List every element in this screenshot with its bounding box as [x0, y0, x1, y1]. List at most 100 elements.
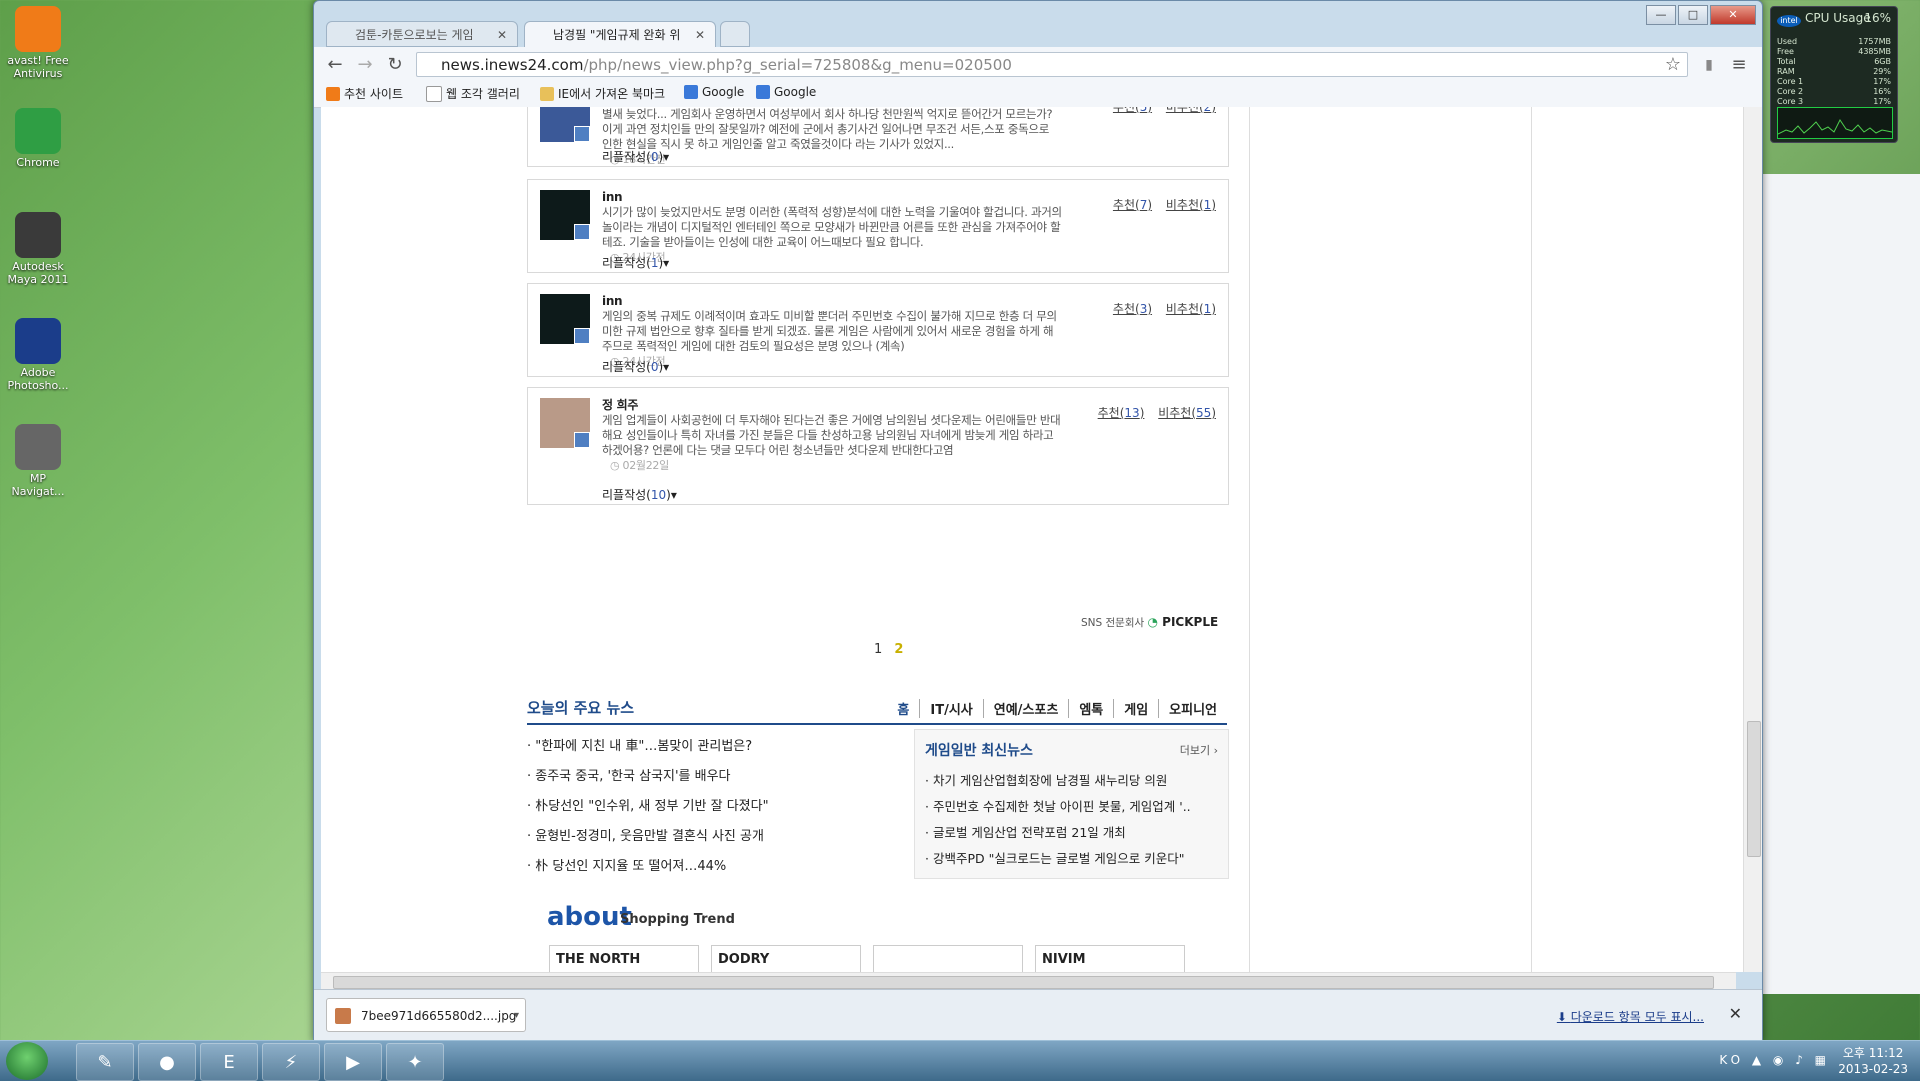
- tab-cartoon[interactable]: 검툰-카툰으로보는 게임 ✕: [326, 21, 518, 47]
- reply-button[interactable]: 리플작성(1)▾: [602, 254, 669, 271]
- app-icon: [15, 108, 61, 154]
- desktop-icon[interactable]: Autodesk Maya 2011: [4, 212, 72, 286]
- reply-button[interactable]: 리플작성(0)▾: [602, 148, 669, 165]
- shopping-item[interactable]: NIVIM: [1035, 945, 1185, 972]
- news-tab[interactable]: 게임: [1113, 699, 1158, 718]
- avatar[interactable]: [540, 294, 590, 344]
- not-recommend-button[interactable]: 비추천(55): [1158, 406, 1216, 420]
- recommend-button[interactable]: 추천(3): [1113, 302, 1152, 316]
- vertical-scrollbar[interactable]: [1743, 107, 1762, 972]
- avatar[interactable]: [540, 107, 590, 142]
- latest-news-link[interactable]: 강백주PD "실크로드는 글로벌 게임으로 키운다": [925, 848, 1220, 874]
- shopping-item[interactable]: [873, 945, 1023, 972]
- clock-date: 2013-02-23: [1838, 1062, 1908, 1076]
- bookmark-item[interactable]: 웹 조각 갤러리: [426, 85, 520, 102]
- start-button[interactable]: [6, 1042, 48, 1080]
- taskbar: ✎ ● E ⚡ ▶ ✦ KO ▲ ◉ ♪ ▦ 오후 11:12 2013-02-23: [0, 1040, 1920, 1081]
- maximize-button[interactable]: □: [1678, 5, 1708, 25]
- news-item-link[interactable]: "한파에 지친 내 車"…봄맞이 관리법은?: [527, 735, 907, 765]
- tab-news[interactable]: 남경필 "게임규제 완화 위 ✕: [524, 21, 716, 47]
- chevron-down-icon[interactable]: ▾: [514, 999, 519, 1033]
- not-recommend-button[interactable]: 비추천(1): [1166, 302, 1216, 316]
- show-all-downloads-link[interactable]: ⬇ 다운로드 항목 모두 표시...: [1557, 1008, 1704, 1025]
- background-window: [1762, 174, 1920, 994]
- lang-indicator[interactable]: KO: [1719, 1053, 1744, 1067]
- vote-buttons: 추천(3) 비추천(1): [1113, 300, 1216, 317]
- new-tab-button[interactable]: [720, 21, 750, 47]
- comment-author[interactable]: 정 희주: [602, 398, 1062, 413]
- comment-time: ◷ 02월22일: [610, 458, 1062, 473]
- bookmark-label: 웹 조각 갤러리: [446, 87, 520, 101]
- signal-icon[interactable]: ▮: [1696, 53, 1722, 77]
- reply-button[interactable]: 리플작성(10)▾: [602, 486, 677, 503]
- bookmark-item[interactable]: IE에서 가져온 북마크: [540, 85, 665, 102]
- shopping-item[interactable]: DODRY: [711, 945, 861, 972]
- forward-arrow-icon[interactable]: →: [352, 53, 378, 77]
- horizontal-scrollbar[interactable]: [321, 972, 1736, 990]
- more-link[interactable]: 더보기 ›: [1180, 742, 1218, 758]
- news-tab[interactable]: 연예/스포츠: [982, 699, 1069, 718]
- reply-label: 리플작성: [602, 256, 647, 270]
- bookmark-item[interactable]: Google: [756, 85, 816, 99]
- recommend-button[interactable]: 추천(7): [1113, 198, 1152, 212]
- latest-news-link[interactable]: 차기 게임산업협회장에 남경필 새누리당 의원: [925, 770, 1220, 796]
- back-arrow-icon[interactable]: ←: [322, 53, 348, 77]
- news-tab[interactable]: 엠톡: [1068, 699, 1113, 718]
- scroll-thumb[interactable]: [333, 976, 1714, 989]
- not-recommend-button[interactable]: 비추천(2): [1166, 107, 1216, 114]
- news-item-link[interactable]: 윤형빈-정경미, 웃음만발 결혼식 사진 공개: [527, 825, 907, 855]
- latest-news-link[interactable]: 주민번호 수집제한 첫날 아이핀 봇물, 게임업계 '..: [925, 796, 1220, 822]
- taskbar-app-icon[interactable]: E: [200, 1043, 258, 1081]
- not-recommend-button[interactable]: 비추천(1): [1166, 198, 1216, 212]
- recommend-label: 추천: [1112, 107, 1136, 114]
- star-icon[interactable]: ☆: [1660, 53, 1686, 77]
- desktop-icon[interactable]: Adobe Photosho...: [4, 318, 72, 392]
- taskbar-app-icon[interactable]: ▶: [324, 1043, 382, 1081]
- page-viewport: 김경기별새 늦었다... 게임회사 운영하면서 여성부에서 회사 하나당 천만원…: [321, 107, 1754, 972]
- google-icon: [756, 85, 770, 99]
- gadget-row-key: Core 3: [1777, 97, 1804, 106]
- latest-news-link[interactable]: 글로벌 게임산업 전략포럼 21일 개최: [925, 822, 1220, 848]
- page-link-2[interactable]: 2: [894, 642, 903, 657]
- desktop-icon[interactable]: avast! Free Antivirus: [4, 6, 72, 80]
- close-window-button[interactable]: ✕: [1710, 5, 1756, 25]
- reply-button[interactable]: 리플작성(0)▾: [602, 358, 669, 375]
- minimize-button[interactable]: —: [1646, 5, 1676, 25]
- close-icon[interactable]: ✕: [695, 22, 705, 47]
- address-bar[interactable]: news.inews24.com/php/news_view.php?g_ser…: [416, 52, 1688, 77]
- menu-icon[interactable]: ≡: [1726, 53, 1752, 77]
- news-item-link[interactable]: 朴당선인 "인수위, 새 정부 기반 잘 다졌다": [527, 795, 907, 825]
- desktop-icon[interactable]: MP Navigat...: [4, 424, 72, 498]
- taskbar-app-icon[interactable]: ✎: [76, 1043, 134, 1081]
- app-icon: [15, 6, 61, 52]
- taskbar-app-icon[interactable]: ✦: [386, 1043, 444, 1081]
- comment-author[interactable]: inn: [602, 190, 1062, 205]
- news-item-link[interactable]: 종주국 중국, '한국 삼국지'를 배우다: [527, 765, 907, 795]
- news-tab[interactable]: IT/시사: [919, 699, 982, 718]
- bookmark-item[interactable]: Google: [684, 85, 744, 99]
- bookmark-item[interactable]: 추천 사이트: [326, 85, 403, 102]
- shopping-item[interactable]: THE NORTH: [549, 945, 699, 972]
- clock[interactable]: 오후 11:12 2013-02-23: [1838, 1045, 1908, 1077]
- recommend-button[interactable]: 추천(13): [1098, 406, 1145, 420]
- not-recommend-label: 비추천: [1165, 198, 1199, 212]
- avatar[interactable]: [540, 398, 590, 448]
- close-icon[interactable]: ✕: [497, 22, 507, 46]
- close-icon[interactable]: ✕: [1729, 1004, 1742, 1023]
- news-tab[interactable]: 오피니언: [1158, 699, 1227, 718]
- reload-icon[interactable]: ↻: [382, 53, 408, 77]
- page-link-1[interactable]: 1: [874, 642, 882, 657]
- taskbar-app-icon[interactable]: ⚡: [262, 1043, 320, 1081]
- desktop-icon[interactable]: Chrome: [4, 108, 72, 169]
- news-item-link[interactable]: 朴 당선인 지지율 또 떨어져…44%: [527, 855, 907, 885]
- pagination: 1 2: [874, 642, 903, 657]
- comment-author[interactable]: inn: [602, 294, 1062, 309]
- avatar[interactable]: [540, 190, 590, 240]
- sns-brand[interactable]: PICKPLE: [1162, 615, 1218, 629]
- recommend-button[interactable]: 추천(5): [1113, 107, 1152, 114]
- news-tab[interactable]: 홈: [887, 699, 919, 718]
- download-item[interactable]: 7bee971d665580d2....jpg ▾: [326, 998, 526, 1032]
- taskbar-app-icon[interactable]: ●: [138, 1043, 196, 1081]
- scroll-thumb[interactable]: [1747, 721, 1761, 857]
- gadget-row-key: Core 1: [1777, 77, 1804, 86]
